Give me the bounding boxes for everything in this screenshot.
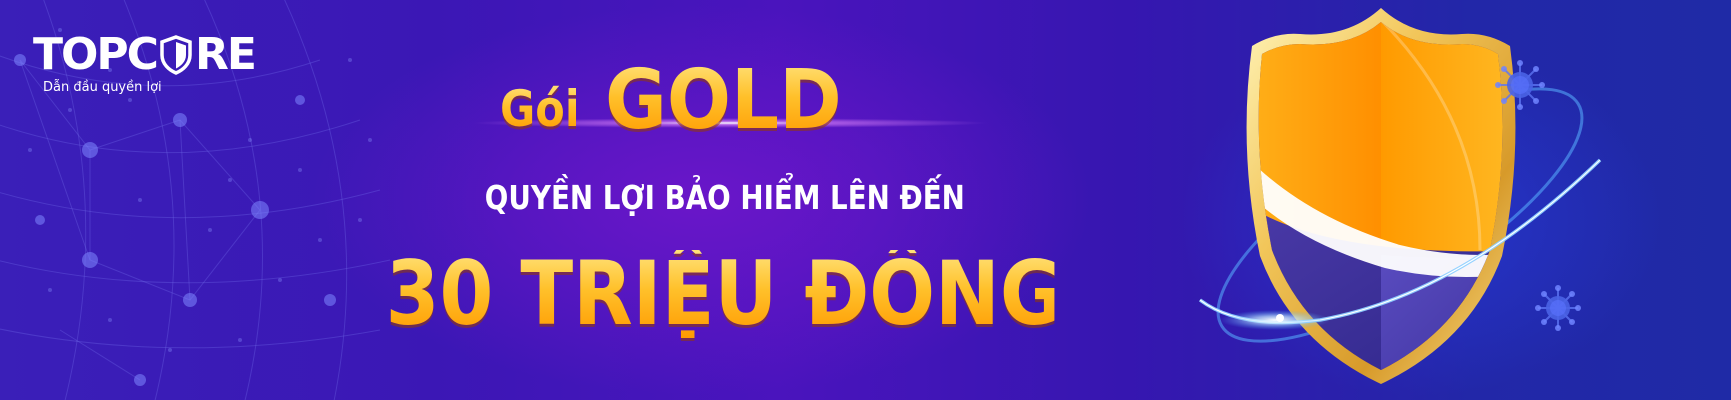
package-prefix: Gói [500, 80, 580, 138]
package-name: GOLD [604, 53, 842, 148]
brand-name-part-1: TOPC [33, 29, 159, 80]
brand-wordmark: TOPC RE [33, 28, 257, 82]
banner: TOPC RE Dẫn đầu quyền lợi Gói GOLD QUYỀN… [0, 0, 1731, 400]
benefit-amount: 30 TRIỆU ĐỒNG [385, 242, 1064, 345]
brand-logo[interactable]: TOPC RE Dẫn đầu quyền lợi [33, 28, 273, 98]
virus-icon [1535, 285, 1581, 331]
virus-icon [1495, 60, 1545, 110]
protection-shield-graphic [1198, 8, 1602, 384]
brand-name-part-2: RE [194, 29, 257, 80]
brand-tagline: Dẫn đầu quyền lợi [43, 80, 162, 95]
benefit-subtitle: QUYỀN LỢI BẢO HIỂM LÊN ĐẾN [484, 178, 965, 217]
shield-icon [160, 35, 192, 75]
package-title: Gói GOLD [500, 42, 950, 142]
